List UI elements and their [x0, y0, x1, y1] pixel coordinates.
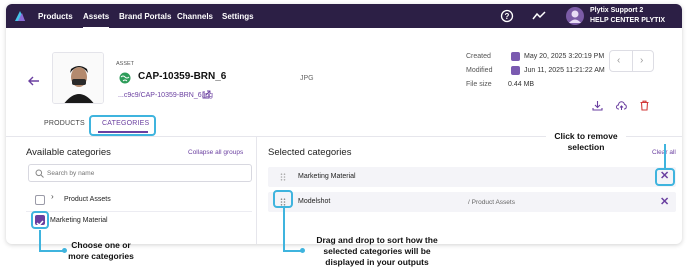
selected-category-label: Modelshot: [298, 198, 331, 205]
nav-brand-portals[interactable]: Brand Portals: [119, 12, 171, 21]
plytix-logo-icon[interactable]: [13, 9, 27, 23]
callout-dot: [62, 248, 67, 253]
chevron-right-icon[interactable]: ›: [51, 192, 54, 201]
modified-value: Jun 11, 2025 11:21:22 AM: [524, 67, 605, 74]
user-name[interactable]: Plytix Support 2: [590, 7, 643, 14]
globe-icon: [119, 72, 131, 84]
external-link-icon[interactable]: [202, 90, 211, 99]
back-arrow-icon[interactable]: [28, 76, 40, 86]
callout-line-text: selected categories will be: [323, 246, 431, 256]
callout-line-text: Drag and drop to sort how the: [316, 235, 438, 245]
asset-thumbnail: [52, 52, 104, 104]
selected-category-label: Marketing Material: [298, 173, 356, 180]
nav-settings[interactable]: Settings: [222, 12, 254, 21]
callout-line-text: Click to remove: [554, 131, 618, 141]
tab-categories[interactable]: CATEGORIES: [102, 120, 149, 127]
panel-divider: [256, 137, 257, 244]
search-icon: [35, 169, 44, 178]
asset-pager: ‹ ›: [609, 50, 654, 72]
callout-connector: [39, 230, 41, 251]
previous-arrow-icon[interactable]: ‹: [617, 55, 620, 66]
user-badge-icon: [511, 66, 520, 75]
modified-label: Modified: [466, 67, 493, 74]
available-categories-title: Available categories: [26, 147, 111, 158]
selected-categories-title: Selected categories: [268, 147, 352, 158]
checkbox-marketing-material[interactable]: [35, 215, 45, 227]
remove-close-icon[interactable]: ✕: [660, 169, 669, 182]
asset-file-link[interactable]: ...c9c9/CAP-10359-BRN_6.jpg: [118, 92, 213, 99]
asset-name: CAP-10359-BRN_6: [138, 71, 227, 82]
callout-connector: [664, 144, 666, 168]
callout-choose-categories: Choose one or more categories: [68, 240, 134, 262]
callout-line-text: more categories: [68, 251, 134, 261]
asset-type-label: ASSET: [116, 61, 135, 67]
activity-icon[interactable]: [532, 9, 546, 23]
row-divider: [26, 211, 252, 212]
drag-handle-icon[interactable]: [280, 198, 286, 206]
upload-cloud-icon[interactable]: [616, 100, 627, 111]
file-type: JPG: [300, 75, 314, 82]
nav-channels[interactable]: Channels: [177, 12, 213, 21]
active-tab-indicator: [98, 131, 148, 133]
avatar-icon[interactable]: [566, 7, 584, 25]
callout-dot: [300, 248, 305, 253]
help-icon[interactable]: ?: [500, 9, 514, 23]
callout-connector: [283, 208, 285, 244]
nav-assets[interactable]: Assets: [83, 12, 110, 29]
checkbox-product-assets[interactable]: [35, 195, 45, 205]
file-size-label: File size: [466, 81, 492, 88]
created-label: Created: [466, 53, 491, 60]
category-search-box[interactable]: [28, 164, 252, 182]
category-marketing-material[interactable]: Marketing Material: [50, 217, 108, 224]
callout-line-text: Choose one or: [71, 240, 131, 250]
search-input[interactable]: [47, 168, 237, 179]
app-window: Products Assets Brand Portals Channels S…: [6, 4, 682, 244]
tab-products[interactable]: PRODUCTS: [44, 120, 85, 127]
svg-text:?: ?: [505, 12, 510, 21]
created-value: May 20, 2025 3:20:19 PM: [524, 53, 605, 60]
callout-drag-drop: Drag and drop to sort how the selected c…: [306, 235, 448, 268]
file-size-value: 0.44 MB: [508, 81, 535, 88]
user-organization[interactable]: HELP CENTER PLYTIX: [590, 17, 665, 24]
callout-remove-selection: Click to remove selection: [546, 131, 626, 153]
download-icon[interactable]: [592, 100, 603, 111]
nav-products[interactable]: Products: [38, 12, 73, 21]
category-product-assets[interactable]: Product Assets: [64, 196, 111, 203]
remove-close-icon[interactable]: ✕: [660, 195, 669, 208]
callout-line-text: selection: [567, 142, 605, 152]
collapse-all-groups-link[interactable]: Collapse all groups: [188, 149, 243, 156]
next-arrow-icon[interactable]: ›: [640, 55, 643, 66]
selected-category-path: / Product Assets: [468, 199, 515, 206]
user-badge-icon: [511, 52, 520, 61]
delete-trash-icon[interactable]: [639, 100, 650, 111]
callout-line-text: displayed in your outputs: [325, 257, 429, 267]
top-navigation-bar: Products Assets Brand Portals Channels S…: [6, 4, 682, 29]
drag-handle-icon[interactable]: [280, 173, 286, 181]
